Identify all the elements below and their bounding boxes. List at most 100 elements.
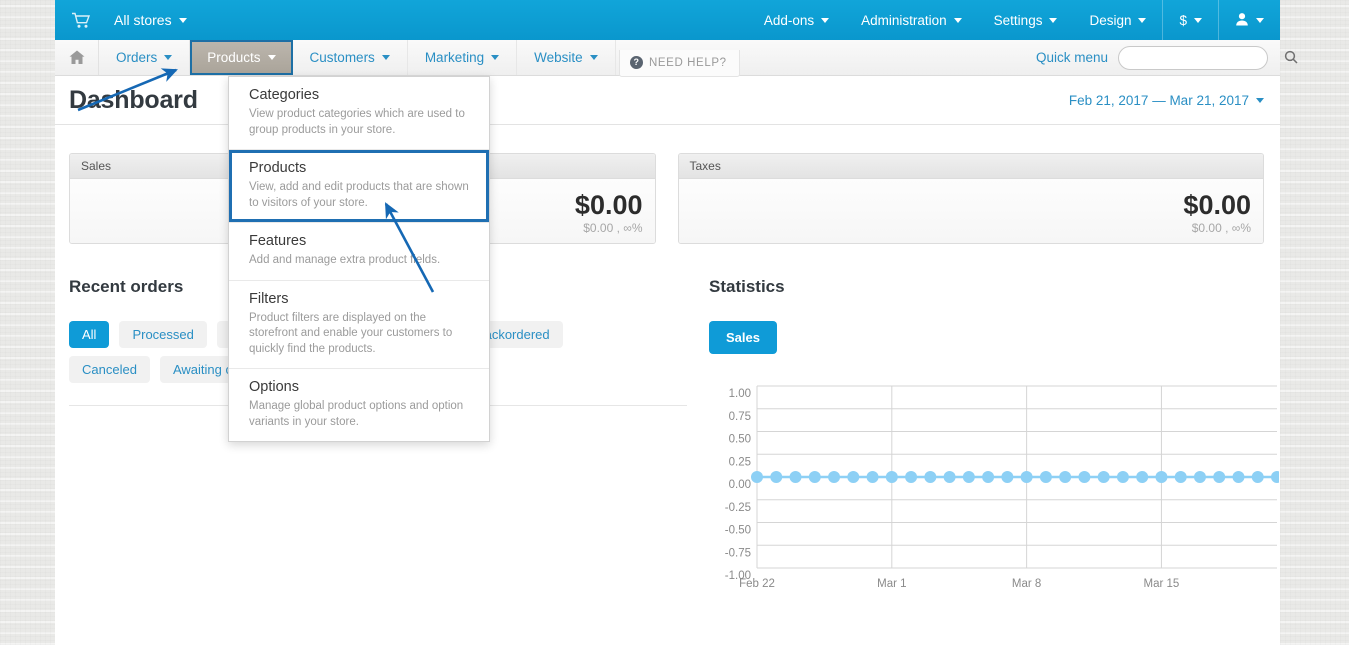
chart-data-point[interactable] [944,471,956,483]
page-title: Dashboard [69,86,198,115]
chart-data-point[interactable] [982,471,994,483]
y-axis-tick-label: 0.25 [729,456,751,468]
y-axis-tick-label: -0.75 [725,547,751,559]
dropdown-item-description: Manage global product options and option… [249,399,475,430]
chart-data-point[interactable] [1232,471,1244,483]
x-axis-tick-label: Feb 22 [739,578,775,590]
chevron-down-icon [1256,18,1264,23]
dropdown-item-filters[interactable]: Filters Product filters are displayed on… [229,281,489,370]
chart-data-point[interactable] [809,471,821,483]
nav-item-orders[interactable]: Orders [99,40,190,75]
chevron-down-icon [1256,98,1264,103]
home-icon[interactable] [55,40,99,75]
topnav-item-administration[interactable]: Administration [845,0,978,40]
chart-data-point[interactable] [1213,471,1225,483]
chart-data-point[interactable] [886,471,898,483]
need-help-button[interactable]: ? NEED HELP? [619,50,740,77]
search-icon[interactable] [1284,50,1298,66]
dropdown-item-description: View product categories which are used t… [249,107,475,138]
chart-data-point[interactable] [1117,471,1129,483]
chart-data-point[interactable] [1098,471,1110,483]
top-bar-right-nav: Add-ons Administration Settings Design $ [748,0,1280,40]
statistics-title: Statistics [709,277,1279,297]
card-body: $0.00 $0.00 , ∞% [679,179,1264,243]
chart-data-point[interactable] [963,471,975,483]
chart-data-point[interactable] [924,471,936,483]
search-box[interactable] [1118,46,1268,70]
filter-processed[interactable]: Processed [119,321,206,348]
chart-data-point[interactable] [1001,471,1013,483]
dropdown-item-categories[interactable]: Categories View product categories which… [229,77,489,150]
date-range-selector[interactable]: Feb 21, 2017 — Mar 21, 2017 [1069,93,1264,108]
nav-item-label: Customers [310,50,375,65]
chart-data-point[interactable] [1059,471,1071,483]
nav-item-products[interactable]: Products [190,40,292,75]
chart-data-point[interactable] [1136,471,1148,483]
user-icon [1235,12,1249,29]
nav-item-marketing[interactable]: Marketing [408,40,517,75]
chart-data-point[interactable] [1078,471,1090,483]
summary-card-taxes: Taxes $0.00 $0.00 , ∞% [678,153,1265,244]
topnav-label: Administration [861,13,947,28]
chart-data-point[interactable] [828,471,840,483]
dropdown-item-title: Options [249,379,475,395]
chart-data-point[interactable] [751,471,763,483]
topnav-label: Design [1089,13,1131,28]
statistics-tab-sales[interactable]: Sales [709,321,777,354]
chart-data-point[interactable] [790,471,802,483]
dropdown-item-title: Filters [249,291,475,307]
admin-page: All stores Add-ons Administration Settin… [55,0,1280,645]
card-subtext: $0.00 , ∞% [1192,221,1251,235]
chart-data-point[interactable] [1040,471,1052,483]
statistics-panel: Statistics Sales 1.000.750.500.250.00-0.… [687,277,1279,598]
question-mark-icon: ? [630,56,643,69]
cart-icon[interactable] [70,10,92,30]
chevron-down-icon [821,18,829,23]
store-selector-label: All stores [114,12,172,28]
store-selector[interactable]: All stores [114,12,187,28]
chevron-down-icon [1194,18,1202,23]
chevron-down-icon [1138,18,1146,23]
x-axis-tick-label: Mar 15 [1144,578,1180,590]
chart-data-point[interactable] [1175,471,1187,483]
topnav-label: $ [1179,13,1187,28]
sales-chart: 1.000.750.500.250.00-0.25-0.50-0.75-1.00… [709,378,1279,598]
need-help-label: NEED HELP? [649,57,727,69]
topnav-item-user[interactable] [1219,0,1280,40]
chevron-down-icon [491,55,499,60]
chart-data-point[interactable] [905,471,917,483]
chevron-down-icon [164,55,172,60]
dropdown-item-title: Features [249,233,475,249]
dropdown-item-products[interactable]: Products View, add and edit products tha… [229,150,489,223]
chart-data-point[interactable] [1155,471,1167,483]
chevron-down-icon [382,55,390,60]
nav-item-customers[interactable]: Customers [293,40,408,75]
chart-data-point[interactable] [770,471,782,483]
nav-item-website[interactable]: Website [517,40,616,75]
chevron-down-icon [1049,18,1057,23]
quick-menu-link[interactable]: Quick menu [1036,50,1108,65]
products-dropdown-menu: Categories View product categories which… [228,76,490,442]
chart-data-point[interactable] [1271,471,1279,483]
x-axis-tick-label: Mar 8 [1012,578,1041,590]
dropdown-item-features[interactable]: Features Add and manage extra product fi… [229,223,489,281]
chart-data-point[interactable] [1194,471,1206,483]
chevron-down-icon [954,18,962,23]
chart-data-point[interactable] [1021,471,1033,483]
nav-item-label: Website [534,50,583,65]
topnav-item-design[interactable]: Design [1073,0,1162,40]
card-amount: $0.00 [1183,191,1251,219]
chart-data-point[interactable] [1252,471,1264,483]
y-axis-tick-label: 0.00 [729,479,751,491]
chart-svg: 1.000.750.500.250.00-0.25-0.50-0.75-1.00… [709,378,1279,598]
topnav-item-addons[interactable]: Add-ons [748,0,845,40]
topnav-item-settings[interactable]: Settings [978,0,1074,40]
filter-canceled[interactable]: Canceled [69,356,150,383]
y-axis-tick-label: 1.00 [729,388,751,400]
filter-all[interactable]: All [69,321,109,348]
dropdown-item-options[interactable]: Options Manage global product options an… [229,369,489,441]
chart-data-point[interactable] [867,471,879,483]
topnav-item-currency[interactable]: $ [1163,0,1218,40]
search-input[interactable] [1129,51,1284,65]
chart-data-point[interactable] [847,471,859,483]
